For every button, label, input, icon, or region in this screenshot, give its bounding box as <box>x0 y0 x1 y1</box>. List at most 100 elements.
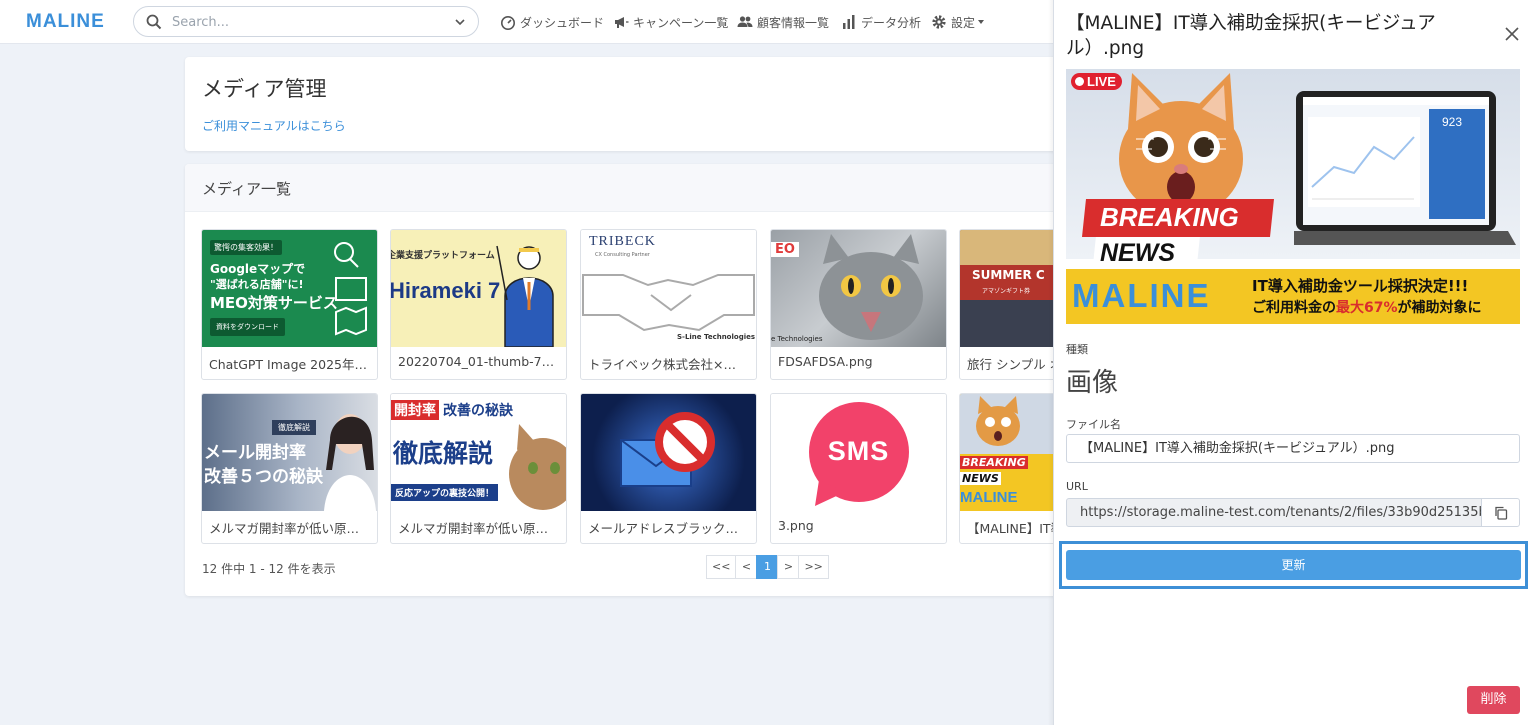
thumb-text: 徹底解説 <box>272 420 316 435</box>
pagination: << < 1 > >> <box>706 555 829 579</box>
media-thumbnail: 開封率 改善の秘訣 徹底解説 反応アップの裏技公開！ <box>391 394 566 511</box>
nav-label: キャンペーン一覧 <box>633 15 729 30</box>
thumb-text: MEO対策サービス <box>210 294 338 312</box>
cat-illustration <box>509 424 566 510</box>
media-thumbnail: 徹底解説 メール開封率 改善５つの秘訣 <box>202 394 377 511</box>
media-thumbnail: 驚愕の集客効果！ Googleマップで "選ばれる店舗"に! MEO対策サービス… <box>202 230 377 347</box>
media-thumbnail: EO e Technologies <box>771 230 946 347</box>
media-detail-panel: 【MALINE】IT導入補助金採択(キービジュアル）.png LIVE 923 … <box>1053 0 1529 725</box>
update-button-focus-ring: 更新 <box>1059 541 1528 589</box>
type-label: 種類 <box>1066 343 1088 356</box>
thumb-text: アマゾンギフト券 <box>982 288 1031 295</box>
search-input[interactable] <box>172 12 442 32</box>
panel-title: 【MALINE】IT導入補助金採択(キービジュアル）.png <box>1066 13 1436 59</box>
gear-icon <box>932 15 946 29</box>
thumb-text: Googleマップで <box>210 262 306 276</box>
thumb-text: メール開封率 <box>204 443 306 463</box>
media-caption: メルマガ開封率が低い原… <box>209 521 360 536</box>
thumb-text: SMS <box>827 436 890 466</box>
media-list-header: メディア一覧 <box>185 164 1065 212</box>
woman-photo <box>324 414 376 511</box>
media-thumbnail <box>581 394 756 511</box>
thumb-text: S-Line Technologies <box>677 333 756 341</box>
media-caption: ChatGPT Image 2025年5月… <box>209 357 371 372</box>
thumb-text: EO <box>771 242 799 257</box>
media-caption: メールアドレスブラック… <box>588 521 739 536</box>
update-button[interactable]: 更新 <box>1066 550 1521 580</box>
headline-2-post: が補助対象に <box>1397 300 1482 316</box>
cat-illustration <box>976 396 1020 446</box>
media-tile[interactable]: メールアドレスブラック… <box>580 393 757 544</box>
thumb-text: MALINE <box>960 489 1018 506</box>
thumb-text: 改善の秘訣 <box>443 403 513 419</box>
thumb-text: 開封率 <box>391 400 439 420</box>
users-icon <box>737 16 753 27</box>
search-icon <box>146 14 162 30</box>
thumb-text: SUMMER C <box>972 268 1045 282</box>
media-tile[interactable]: 徹底解説 メール開封率 改善５つの秘訣 メルマガ開封率が低い原… <box>201 393 378 544</box>
pagination-summary: 12 件中 1 - 12 件を表示 <box>202 562 336 576</box>
megaphone-icon <box>615 17 629 28</box>
image-preview: LIVE 923 BREAKING NEWS MALINE IT導入補助金ツール… <box>1066 69 1520 324</box>
handshake-illustration <box>582 274 755 332</box>
manual-link[interactable]: ご利用マニュアルはこちら <box>202 117 346 134</box>
thumb-text: Hirameki 7 <box>391 278 501 303</box>
caret-down-icon <box>978 20 985 24</box>
media-caption: トライベック株式会社×… <box>588 357 736 372</box>
brand-text: MALINE <box>1072 277 1211 314</box>
media-tile[interactable]: SMS 3.png <box>770 393 947 544</box>
media-thumbnail: TRIBECK CX Consulting Partner S-Line Tec… <box>581 230 756 347</box>
media-tile[interactable]: 企業支援プラットフォーム Hirameki 7 20220704_01-thum… <box>390 229 567 380</box>
media-caption: 3.png <box>778 518 814 533</box>
thumb-text: 資料をダウンロード <box>210 318 285 336</box>
thumb-text: 改善５つの秘訣 <box>204 467 323 487</box>
filename-field[interactable]: 【MALINE】IT導入補助金採択(キービジュアル）.png <box>1066 434 1520 463</box>
copy-url-button[interactable] <box>1481 498 1520 527</box>
chevron-down-icon[interactable] <box>454 16 466 28</box>
nav-label: ダッシュボード <box>520 15 605 30</box>
cat-illustration <box>819 234 923 340</box>
page-first[interactable]: << <box>706 555 737 579</box>
businessman-illustration <box>496 245 554 347</box>
nav-label: 設定 <box>951 15 976 30</box>
media-list-card: メディア一覧 驚愕の集客効果！ Googleマップで "選ばれる店舗"に! ME… <box>185 164 1065 596</box>
magnifier-illustration <box>334 242 367 336</box>
media-tile[interactable]: 驚愕の集客効果！ Googleマップで "選ばれる店舗"に! MEO対策サービス… <box>201 229 378 380</box>
breaking-text: BREAKING <box>1100 202 1239 232</box>
laptop-illustration <box>1294 91 1516 245</box>
close-icon[interactable] <box>1504 26 1520 42</box>
thumb-text: e Technologies <box>771 335 823 343</box>
nav-settings[interactable]: 設定 <box>931 13 989 31</box>
media-caption: 20220704_01-thumb-720… <box>398 354 560 369</box>
media-thumbnail: 企業支援プラットフォーム Hirameki 7 <box>391 230 566 347</box>
blocked-mail-illustration <box>620 412 715 487</box>
media-caption: FDSAFDSA.png <box>778 354 873 369</box>
page-title: メディア管理 <box>202 77 327 101</box>
nav-label: データ分析 <box>861 15 922 30</box>
thumb-text: 反応アップの裏技公開！ <box>391 484 499 501</box>
page-prev[interactable]: < <box>735 555 758 579</box>
url-field[interactable]: https://storage.maline-test.com/tenants/… <box>1066 498 1482 527</box>
page-next[interactable]: > <box>777 555 800 579</box>
headline-1: IT導入補助金ツール採択決定!!! <box>1252 277 1469 295</box>
page-current[interactable]: 1 <box>756 555 779 579</box>
headline-2: ご利用料金の最大67%が補助対象に <box>1252 297 1482 317</box>
filename-label: ファイル名 <box>1066 418 1121 431</box>
nav-customers[interactable]: 顧客情報一覧 <box>737 13 829 31</box>
media-tile[interactable]: 開封率 改善の秘訣 徹底解説 反応アップの裏技公開！ メルマガ開封率が低い原… <box>390 393 567 544</box>
page-last[interactable]: >> <box>798 555 829 579</box>
media-tile[interactable]: EO e Technologies FDSAFDSA.png <box>770 229 947 380</box>
url-label: URL <box>1066 480 1088 493</box>
app-logo[interactable]: MALINE <box>26 11 105 33</box>
nav-campaigns[interactable]: キャンペーン一覧 <box>613 13 728 31</box>
live-dot-icon <box>1075 77 1084 86</box>
thumb-text: NEWS <box>960 472 1001 485</box>
media-thumbnail: SMS <box>771 394 946 511</box>
headline-2-emphasis: 最大67% <box>1336 300 1398 316</box>
media-tile[interactable]: TRIBECK CX Consulting Partner S-Line Tec… <box>580 229 757 380</box>
thumb-text: "選ばれる店舗"に! <box>210 278 304 291</box>
nav-dashboard[interactable]: ダッシュボード <box>500 13 604 31</box>
delete-button[interactable]: 削除 <box>1467 686 1520 714</box>
search-box[interactable] <box>133 6 479 37</box>
nav-analytics[interactable]: データ分析 <box>841 13 921 31</box>
